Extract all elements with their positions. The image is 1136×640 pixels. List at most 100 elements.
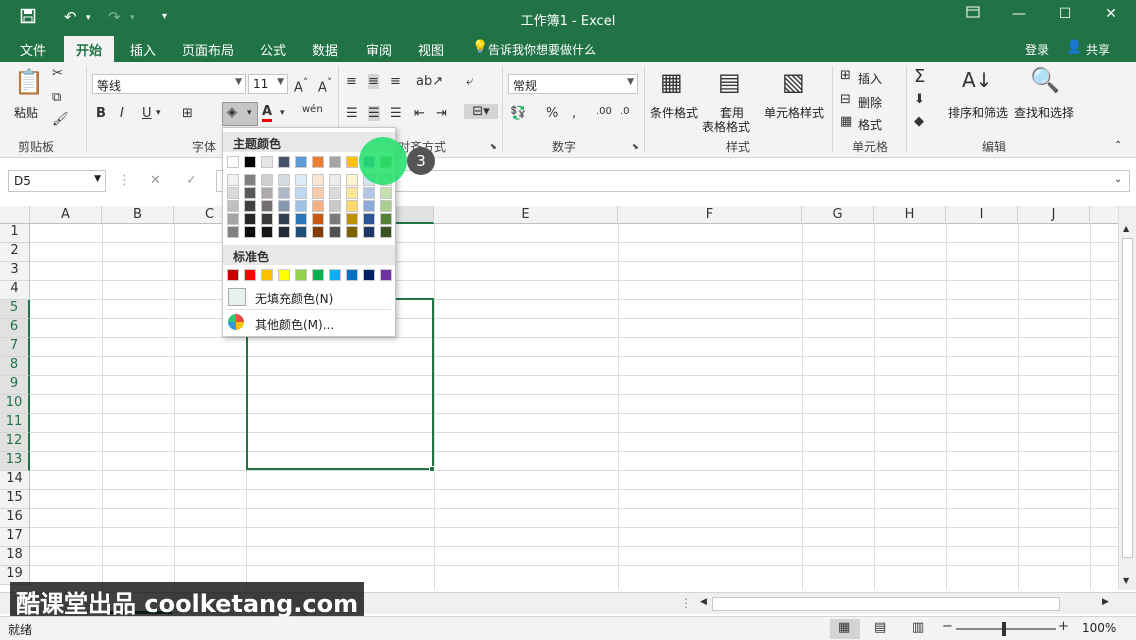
conditional-format-button[interactable]: 条件格式 (650, 104, 698, 121)
delete-cells-icon[interactable]: ⊟ (840, 92, 851, 107)
page-break-icon[interactable]: ▥ (912, 620, 924, 635)
autosum-icon[interactable]: Σ (914, 66, 925, 87)
shrink-font-icon[interactable]: A˅ (318, 76, 332, 95)
login-link[interactable]: 登录 (1025, 41, 1049, 58)
close-button[interactable]: ✕ (1096, 6, 1126, 28)
theme-color-swatch[interactable] (329, 156, 341, 168)
decrease-indent-icon[interactable]: ⇤ (414, 106, 425, 121)
align-left-icon[interactable]: ☰ (346, 106, 358, 121)
theme-shade-swatch[interactable] (380, 226, 392, 238)
phonetic-icon[interactable]: wén (302, 104, 323, 115)
theme-shade-swatch[interactable] (278, 187, 290, 199)
copy-icon[interactable]: ⧉ (52, 90, 61, 105)
find-select-button[interactable]: 查找和选择 (1014, 104, 1074, 121)
theme-shade-swatch[interactable] (278, 200, 290, 212)
grow-font-icon[interactable]: A˄ (294, 76, 308, 95)
theme-shade-swatch[interactable] (363, 213, 375, 225)
row-header[interactable]: 16 (0, 509, 30, 528)
format-table-line2[interactable]: 表格格式 (702, 118, 750, 135)
column-header[interactable]: E (434, 206, 618, 224)
theme-shade-swatch[interactable] (244, 187, 256, 199)
standard-color-swatch[interactable] (346, 269, 358, 281)
bold-button[interactable]: B (96, 106, 106, 121)
conditional-format-icon[interactable]: ▦ (660, 68, 683, 96)
tab-review[interactable]: 审阅 (366, 40, 392, 59)
align-center-icon[interactable]: ☰ (368, 106, 380, 121)
theme-shade-swatch[interactable] (244, 174, 256, 186)
insert-cells-icon[interactable]: ⊞ (840, 68, 851, 83)
sort-filter-button[interactable]: 排序和筛选 (948, 104, 1008, 121)
theme-shade-swatch[interactable] (363, 226, 375, 238)
cell-styles-button[interactable]: 单元格样式 (764, 104, 824, 121)
row-header[interactable]: 1 (0, 224, 30, 243)
zoom-out-icon[interactable]: − (942, 619, 953, 634)
column-header[interactable]: F (618, 206, 802, 224)
merge-center-icon[interactable]: ⊟▾ (464, 104, 498, 119)
theme-shade-swatch[interactable] (278, 174, 290, 186)
theme-shade-swatch[interactable] (295, 226, 307, 238)
standard-color-swatch[interactable] (312, 269, 324, 281)
theme-shade-swatch[interactable] (227, 187, 239, 199)
theme-shade-swatch[interactable] (278, 213, 290, 225)
theme-shade-swatch[interactable] (261, 213, 273, 225)
theme-shade-swatch[interactable] (227, 174, 239, 186)
theme-shade-swatch[interactable] (261, 226, 273, 238)
enter-icon[interactable]: ✓ (186, 173, 197, 188)
align-top-icon[interactable]: ≡ (346, 74, 357, 89)
fill-handle[interactable] (429, 466, 435, 472)
row-header[interactable]: 6 (0, 319, 30, 338)
zoom-slider-handle[interactable] (1002, 622, 1006, 636)
row-header[interactable]: 3 (0, 262, 30, 281)
row-header[interactable]: 15 (0, 490, 30, 509)
tab-page-layout[interactable]: 页面布局 (182, 40, 234, 59)
theme-shade-swatch[interactable] (244, 200, 256, 212)
row-header[interactable]: 7 (0, 338, 30, 357)
horizontal-scroll-thumb[interactable] (712, 597, 1060, 611)
standard-color-swatch[interactable] (363, 269, 375, 281)
theme-shade-swatch[interactable] (329, 200, 341, 212)
theme-color-swatch[interactable] (244, 156, 256, 168)
theme-shade-swatch[interactable] (346, 174, 358, 186)
delete-cells-button[interactable]: 删除 (858, 94, 882, 111)
row-header[interactable]: 5 (0, 300, 30, 319)
tab-formulas[interactable]: 公式 (260, 40, 286, 59)
increase-indent-icon[interactable]: ⇥ (436, 106, 447, 121)
column-header[interactable]: B (102, 206, 174, 224)
theme-shade-swatch[interactable] (346, 200, 358, 212)
row-header[interactable]: 13 (0, 452, 30, 471)
standard-color-swatch[interactable] (244, 269, 256, 281)
tab-data[interactable]: 数据 (312, 40, 338, 59)
underline-button[interactable]: U (142, 106, 152, 121)
align-right-icon[interactable]: ☰ (390, 106, 402, 121)
theme-shade-swatch[interactable] (227, 226, 239, 238)
theme-shade-swatch[interactable] (329, 226, 341, 238)
theme-color-swatch[interactable] (312, 156, 324, 168)
theme-shade-swatch[interactable] (227, 200, 239, 212)
fill-icon[interactable]: ⬇ (914, 92, 925, 107)
dialog-launcher-icon[interactable]: ⬊ (632, 142, 639, 151)
name-box[interactable]: D5 ▼ (8, 170, 106, 192)
theme-shade-swatch[interactable] (278, 226, 290, 238)
sort-filter-icon[interactable]: A↓ (962, 68, 992, 92)
theme-shade-swatch[interactable] (346, 187, 358, 199)
tell-me-search[interactable]: 告诉我你想要做什么 (488, 41, 596, 58)
currency-icon[interactable]: 💱 (510, 106, 526, 121)
theme-shade-swatch[interactable] (295, 187, 307, 199)
theme-shade-swatch[interactable] (380, 213, 392, 225)
tab-file[interactable]: 文件 (20, 40, 46, 59)
theme-shade-swatch[interactable] (295, 213, 307, 225)
standard-color-swatch[interactable] (261, 269, 273, 281)
theme-shade-swatch[interactable] (329, 174, 341, 186)
decrease-decimal-icon[interactable]: .0 (620, 106, 630, 117)
row-header[interactable]: 2 (0, 243, 30, 262)
percent-button[interactable]: % (546, 106, 558, 121)
theme-shade-swatch[interactable] (346, 226, 358, 238)
row-header[interactable]: 12 (0, 433, 30, 452)
number-format-combo[interactable]: 常规 ▼ (508, 74, 638, 94)
format-table-icon[interactable]: ▤ (718, 68, 741, 96)
zoom-slider[interactable] (956, 628, 1056, 630)
no-fill-option[interactable]: 无填充颜色(N) (223, 285, 395, 309)
chevron-down-icon[interactable]: ▾ (280, 108, 285, 118)
minimize-button[interactable]: — (1004, 6, 1034, 28)
theme-shade-swatch[interactable] (227, 213, 239, 225)
